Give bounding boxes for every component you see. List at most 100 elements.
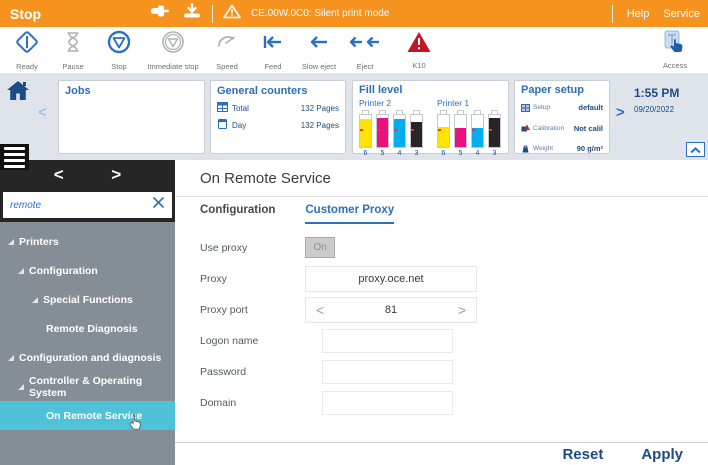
search-input[interactable] bbox=[10, 200, 152, 211]
clock-block: 1:55 PM 09/20/2022 bbox=[634, 86, 679, 114]
expand-triangle-icon bbox=[32, 297, 38, 303]
paper-setup-panel[interactable]: Paper setup Setup default Calibration No… bbox=[514, 80, 610, 154]
ink-bottle: 6 bbox=[437, 110, 450, 157]
dashboard-scroll-left-chevron[interactable]: < bbox=[38, 104, 47, 121]
clear-search-icon[interactable] bbox=[152, 196, 165, 214]
ink-bottle: 5 bbox=[454, 110, 467, 157]
page-title: On Remote Service bbox=[175, 160, 708, 187]
tab-configuration[interactable]: Configuration bbox=[200, 204, 275, 224]
sidebar-item-configuration[interactable]: Configuration bbox=[0, 256, 175, 285]
paper-setup-title: Paper setup bbox=[521, 84, 603, 96]
ink-bottle: 5 bbox=[376, 110, 389, 157]
feed-button[interactable]: Feed bbox=[250, 29, 296, 71]
use-proxy-label: Use proxy bbox=[200, 242, 305, 254]
speed-button[interactable]: Speed bbox=[204, 29, 250, 71]
download-tray-icon[interactable] bbox=[182, 3, 202, 24]
home-icon[interactable] bbox=[6, 80, 30, 107]
proxy-form: Use proxy On Proxy Proxy port < 81 > Log… bbox=[175, 232, 708, 418]
k10-alert-button[interactable]: K10 bbox=[388, 30, 450, 70]
sidebar-search-area bbox=[0, 190, 175, 222]
slow-eject-button[interactable]: Slow eject bbox=[296, 29, 342, 71]
dashboard-collapse-button[interactable] bbox=[686, 142, 705, 157]
topbar-divider-right bbox=[612, 5, 613, 23]
sidebar-item-printers[interactable]: Printers bbox=[0, 227, 175, 256]
apply-button[interactable]: Apply bbox=[641, 446, 683, 463]
help-button[interactable]: Help bbox=[627, 8, 650, 20]
stop-circle-icon bbox=[106, 29, 132, 60]
pause-button[interactable]: Pause bbox=[50, 29, 96, 71]
reset-button[interactable]: Reset bbox=[562, 446, 603, 463]
ink-bottle: 4 bbox=[393, 110, 406, 157]
fill-level-panel[interactable]: Fill level Printer 2 6 5 4 3 Printer 1 6 bbox=[352, 80, 509, 154]
sidebar-item-configuration-and-diagnosis[interactable]: Configuration and diagnosis bbox=[0, 343, 175, 372]
fill-level-title: Fill level bbox=[359, 84, 502, 96]
alert-message: CE.00W.0C0: Silent print mode bbox=[251, 8, 389, 19]
calibration-icon bbox=[521, 119, 530, 137]
sidebar-item-controller-operating-system[interactable]: Controller & Operating System bbox=[0, 372, 175, 401]
sidebar-item-special-functions[interactable]: Special Functions bbox=[0, 285, 175, 314]
paper-row-setup: Setup default bbox=[521, 99, 603, 117]
general-counters-panel[interactable]: General counters Total 132 Pages Day 132… bbox=[210, 80, 346, 154]
ink-bottle: 3 bbox=[410, 110, 423, 157]
password-row: Password bbox=[200, 356, 708, 387]
chevron-up-icon bbox=[690, 141, 701, 159]
search-box[interactable] bbox=[3, 192, 172, 218]
dashboard-scroll-right-chevron[interactable]: > bbox=[616, 104, 625, 121]
access-button[interactable]: Access bbox=[652, 30, 698, 70]
nav-forward-chevron[interactable]: > bbox=[111, 165, 121, 185]
navigation-sidebar: < > Printers Configuration Special Funct… bbox=[0, 160, 175, 465]
ink-bottle: 3 bbox=[488, 110, 501, 157]
jobs-panel[interactable]: Jobs bbox=[58, 80, 205, 154]
expand-triangle-icon bbox=[18, 268, 24, 274]
proxy-port-value: 81 bbox=[385, 304, 397, 316]
date-display: 09/20/2022 bbox=[634, 105, 679, 114]
day-counter-icon bbox=[217, 119, 228, 131]
proxy-port-stepper: < 81 > bbox=[305, 297, 477, 323]
tab-customer-proxy[interactable]: Customer Proxy bbox=[305, 204, 394, 224]
port-decrement-chevron[interactable]: < bbox=[316, 302, 324, 318]
password-input[interactable] bbox=[322, 360, 453, 384]
topbar-divider bbox=[212, 5, 213, 23]
counter-row-day: Day 132 Pages bbox=[217, 119, 339, 131]
sidebar-item-remote-diagnosis[interactable]: Remote Diagnosis bbox=[0, 314, 175, 343]
eject-button[interactable]: Eject bbox=[342, 29, 388, 71]
domain-input[interactable] bbox=[322, 391, 453, 415]
hand-cursor-icon bbox=[128, 413, 143, 433]
fill-level-printer-2: Printer 2 6 5 4 3 bbox=[359, 98, 423, 157]
domain-row: Domain bbox=[200, 387, 708, 418]
plug-icon[interactable] bbox=[150, 3, 172, 24]
dashboard-strip: < Jobs General counters Total 132 Pages … bbox=[0, 74, 708, 160]
jobs-panel-title: Jobs bbox=[65, 85, 198, 97]
total-counter-value: 132 Pages bbox=[301, 104, 339, 113]
sidebar-tree: Printers Configuration Special Functions… bbox=[0, 222, 175, 430]
port-increment-chevron[interactable]: > bbox=[458, 302, 466, 318]
expand-triangle-icon bbox=[8, 355, 14, 361]
proxy-input[interactable] bbox=[306, 273, 476, 285]
ready-diamond-icon bbox=[14, 29, 40, 60]
speedometer-icon bbox=[214, 29, 240, 60]
use-proxy-toggle[interactable]: On bbox=[305, 237, 335, 258]
ink-bottle: 6 bbox=[359, 110, 372, 157]
feed-arrow-icon bbox=[260, 29, 286, 60]
total-counter-icon bbox=[217, 102, 228, 114]
nav-back-chevron[interactable]: < bbox=[54, 165, 64, 185]
service-button[interactable]: Service bbox=[663, 8, 700, 20]
logon-name-label: Logon name bbox=[200, 335, 305, 347]
paper-row-weight: Weight 90 g/m² bbox=[521, 140, 603, 158]
proxy-row: Proxy bbox=[200, 263, 708, 294]
stop-button[interactable]: Stop bbox=[96, 29, 142, 71]
logon-name-row: Logon name bbox=[200, 325, 708, 356]
eject-double-arrow-icon bbox=[348, 29, 382, 60]
main-content: On Remote Service Configuration Customer… bbox=[175, 160, 708, 465]
sidebar-item-on-remote-service[interactable]: On Remote Service bbox=[0, 401, 175, 430]
expand-triangle-icon bbox=[18, 384, 24, 390]
paper-row-calibration: Calibration Not calil bbox=[521, 119, 603, 137]
ready-button[interactable]: Ready bbox=[4, 29, 50, 71]
menu-hamburger-button[interactable] bbox=[0, 144, 29, 170]
immediate-stop-button[interactable]: Immediate stop bbox=[142, 29, 204, 71]
topbar-center: CE.00W.0C0: Silent print mode bbox=[150, 0, 389, 27]
use-proxy-row: Use proxy On bbox=[200, 232, 708, 263]
logon-name-input[interactable] bbox=[322, 329, 453, 353]
title-divider bbox=[175, 196, 708, 197]
time-display: 1:55 PM bbox=[634, 86, 679, 100]
